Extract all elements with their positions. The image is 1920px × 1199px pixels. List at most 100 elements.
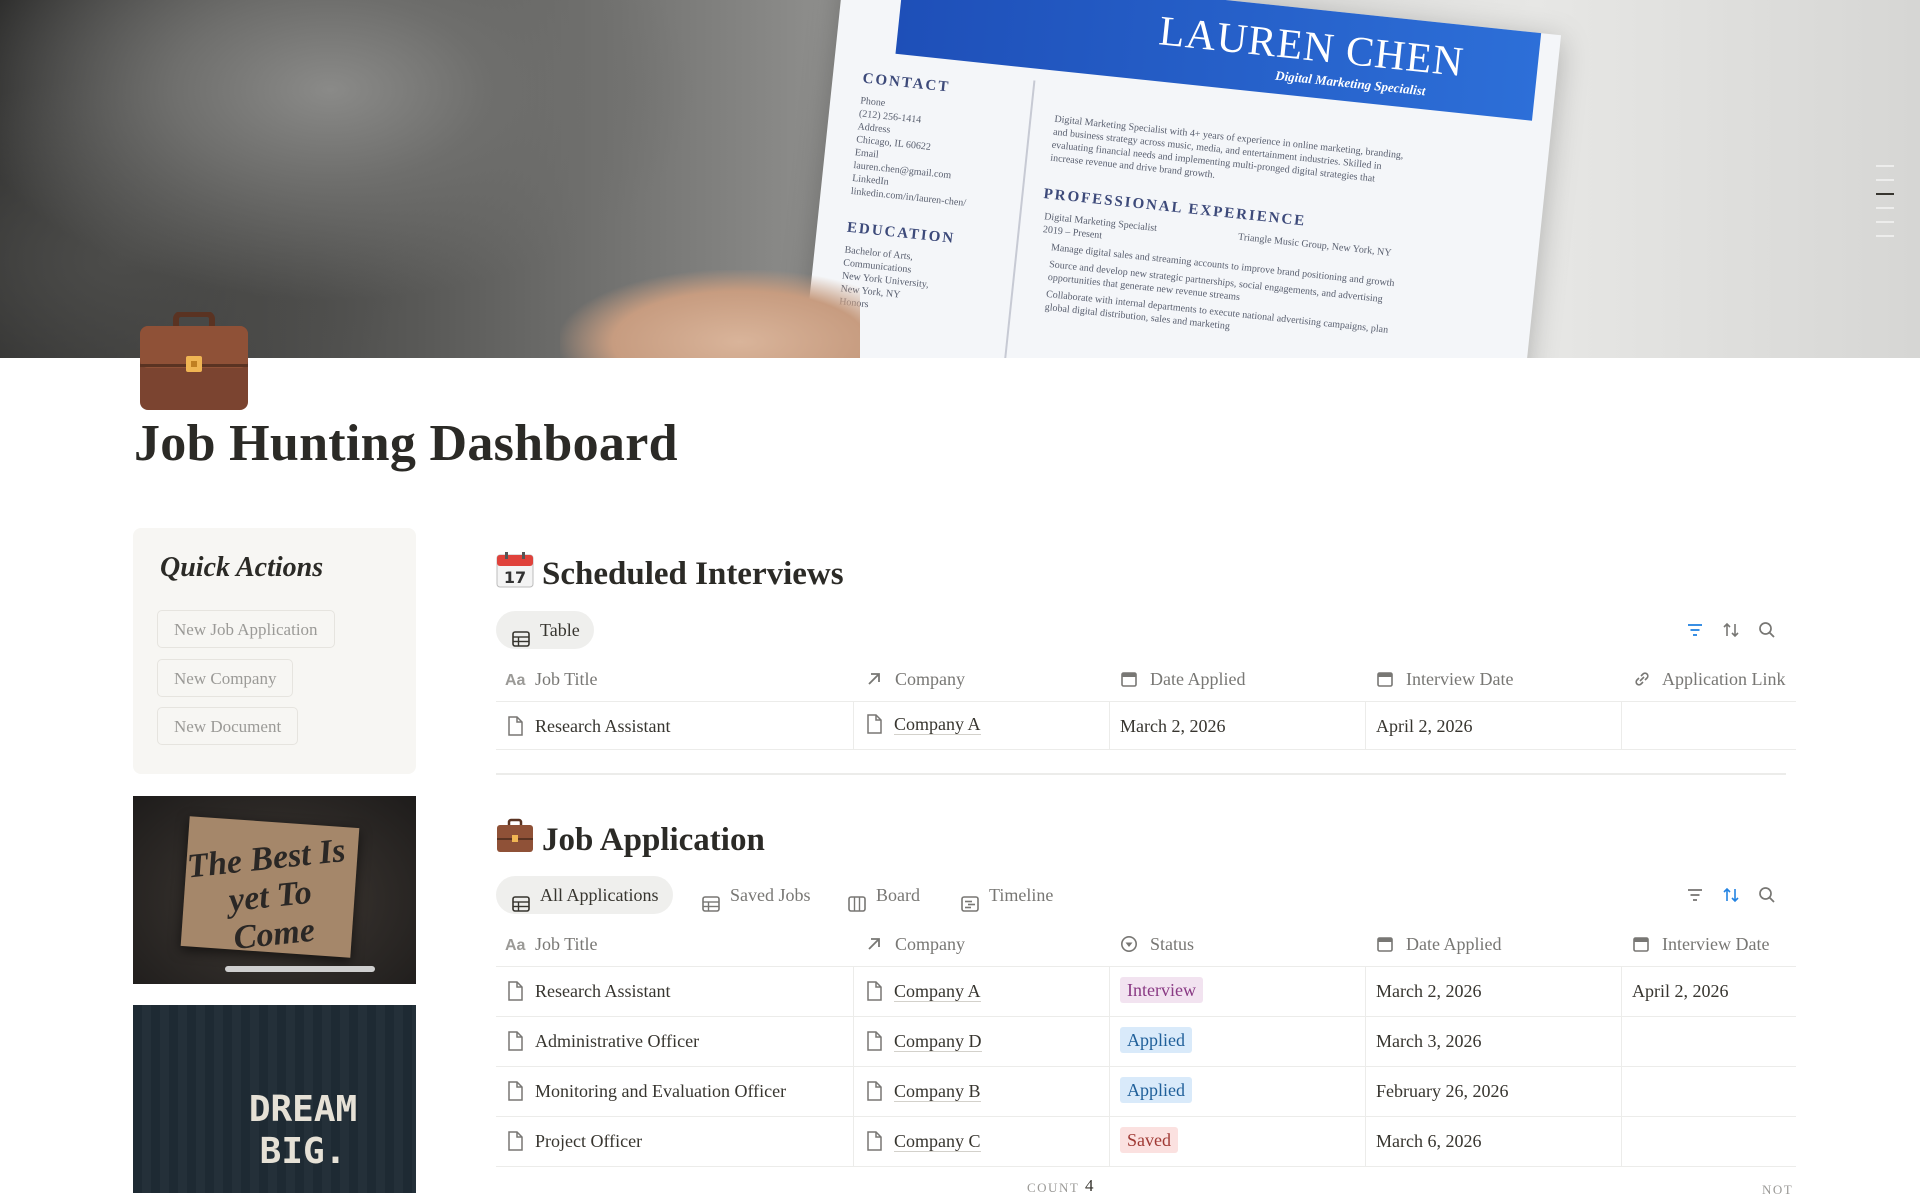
tab-saved-jobs[interactable]: Saved Jobs <box>686 876 825 914</box>
table-row-status[interactable]: Applied <box>1120 1016 1192 1064</box>
resume-education-lines: Bachelor of Arts, Communications New Yor… <box>839 244 930 311</box>
tab-all-applications[interactable]: All Applications <box>496 876 673 914</box>
table-row-date-applied[interactable]: March 3, 2026 <box>1376 1017 1481 1065</box>
calendar-property-icon <box>1376 927 1396 952</box>
column-header-interview-date[interactable]: Interview Date <box>1632 924 1769 964</box>
calculate-label[interactable]: NOT <box>1762 1182 1793 1198</box>
page-icon <box>866 971 882 1001</box>
table-row-interview-date[interactable]: April 2, 2026 <box>1376 702 1473 750</box>
scheduled-interviews-title-text: Scheduled Interviews <box>542 556 844 592</box>
resume-contact-heading: CONTACT <box>861 70 951 96</box>
table-row-job-title[interactable]: Research Assistant <box>507 967 670 1015</box>
column-separator <box>1109 967 1110 1166</box>
column-separator <box>853 702 854 749</box>
new-job-application-button[interactable]: New Job Application <box>157 610 335 648</box>
calendar-property-icon <box>1632 927 1652 952</box>
table-row-date-applied[interactable]: February 26, 2026 <box>1376 1067 1508 1115</box>
cover-image: LAUREN CHEN Digital Marketing Specialist… <box>0 0 1920 358</box>
table-icon <box>512 622 530 647</box>
table-icon <box>702 887 720 912</box>
column-header-company[interactable]: Company <box>865 659 965 699</box>
page-icon <box>507 706 523 736</box>
status-badge: Applied <box>1120 1077 1192 1103</box>
relation-arrow-icon <box>865 927 885 950</box>
link-icon <box>1632 662 1652 686</box>
page-icon <box>507 971 523 1001</box>
scheduled-interviews-title: 17 Scheduled Interviews <box>496 552 844 593</box>
table-row-date-applied[interactable]: March 6, 2026 <box>1376 1117 1481 1165</box>
tab-timeline[interactable]: Timeline <box>945 876 1067 914</box>
hand-shape <box>560 270 860 358</box>
calendar-property-icon <box>1376 662 1396 687</box>
status-badge: Applied <box>1120 1027 1192 1053</box>
svg-text:17: 17 <box>504 568 526 587</box>
search-icon[interactable] <box>1757 885 1779 907</box>
table-row-status[interactable]: Saved <box>1120 1116 1178 1164</box>
tab-table[interactable]: Table <box>496 611 594 649</box>
briefcase-icon <box>496 818 534 854</box>
column-header-status[interactable]: Status <box>1120 924 1194 964</box>
column-header-date-applied[interactable]: Date Applied <box>1376 924 1501 964</box>
motivation-image-best-is-yet-to-come: The Best Is yet To Come <box>133 796 416 984</box>
search-icon[interactable] <box>1757 620 1779 642</box>
job-application-title: Job Application <box>496 818 765 859</box>
resume-experience-company: Triangle Music Group, New York, NY <box>1237 231 1392 259</box>
filter-icon[interactable] <box>1685 885 1707 907</box>
new-company-button[interactable]: New Company <box>157 659 294 697</box>
tab-board[interactable]: Board <box>832 876 934 914</box>
table-row-company[interactable]: Company A <box>866 700 981 748</box>
table-row-date-applied[interactable]: March 2, 2026 <box>1376 967 1481 1015</box>
column-header-date-applied[interactable]: Date Applied <box>1120 659 1245 699</box>
column-separator <box>1621 967 1622 1166</box>
calendar-icon: 17 <box>496 552 534 588</box>
count-value: 4 <box>1085 1176 1094 1195</box>
briefcase-icon[interactable] <box>138 311 250 412</box>
table-row-company[interactable]: Company C <box>866 1117 981 1165</box>
page-icon <box>507 1071 523 1101</box>
resume-photo: LAUREN CHEN Digital Marketing Specialist… <box>796 0 1562 358</box>
row-separator <box>496 1166 1796 1167</box>
column-separator <box>1109 702 1110 749</box>
job-application-title-text: Job Application <box>542 822 765 858</box>
table-row-job-title[interactable]: Research Assistant <box>507 702 670 750</box>
column-header-company[interactable]: Company <box>865 924 965 964</box>
text-property-icon: Aa <box>505 662 526 689</box>
table-row-date-applied[interactable]: March 2, 2026 <box>1120 702 1225 750</box>
status-icon <box>1120 927 1140 952</box>
text-property-icon: Aa <box>505 927 526 954</box>
lettering-card: The Best Is yet To Come <box>180 816 360 958</box>
column-header-job-title[interactable]: Aa Job Title <box>505 659 598 699</box>
filter-icon[interactable] <box>1685 620 1707 642</box>
page-title: Job Hunting Dashboard <box>134 415 678 472</box>
table-row-job-title[interactable]: Monitoring and Evaluation Officer <box>507 1067 786 1115</box>
table-row-interview-date[interactable]: April 2, 2026 <box>1632 967 1729 1015</box>
quick-actions-title: Quick Actions <box>160 552 324 583</box>
column-header-application-link[interactable]: Application Link <box>1632 659 1785 699</box>
new-document-button[interactable]: New Document <box>157 707 299 745</box>
lettering-text: The Best Is yet To Come <box>185 832 348 957</box>
table-row-company[interactable]: Company A <box>866 967 981 1015</box>
outline-scroll-indicator[interactable] <box>1876 165 1896 249</box>
table-row-status[interactable]: Interview <box>1120 966 1203 1014</box>
table-row-job-title[interactable]: Administrative Officer <box>507 1017 699 1065</box>
svg-text:Aa: Aa <box>505 937 526 953</box>
count-label: COUNT <box>1027 1180 1080 1195</box>
column-header-job-title[interactable]: Aa Job Title <box>505 924 598 964</box>
page-icon <box>866 1121 882 1151</box>
column-separator <box>1621 702 1622 749</box>
table-row-job-title[interactable]: Project Officer <box>507 1117 642 1165</box>
column-header-interview-date[interactable]: Interview Date <box>1376 659 1513 699</box>
column-separator <box>1365 967 1366 1166</box>
sort-icon[interactable] <box>1721 885 1743 907</box>
resume-education-heading: EDUCATION <box>846 219 956 247</box>
timeline-icon <box>961 887 979 912</box>
table-row-status[interactable]: Applied <box>1120 1066 1192 1114</box>
quick-actions-panel: Quick Actions New Job Application New Co… <box>133 528 416 774</box>
board-icon <box>848 887 866 912</box>
page-icon <box>866 704 882 734</box>
table-row-company[interactable]: Company D <box>866 1017 982 1065</box>
table-row-company[interactable]: Company B <box>866 1067 981 1115</box>
resume-summary: Digital Marketing Specialist with 4+ yea… <box>1049 113 1404 185</box>
pen-shape <box>225 966 375 972</box>
sort-icon[interactable] <box>1721 620 1743 642</box>
